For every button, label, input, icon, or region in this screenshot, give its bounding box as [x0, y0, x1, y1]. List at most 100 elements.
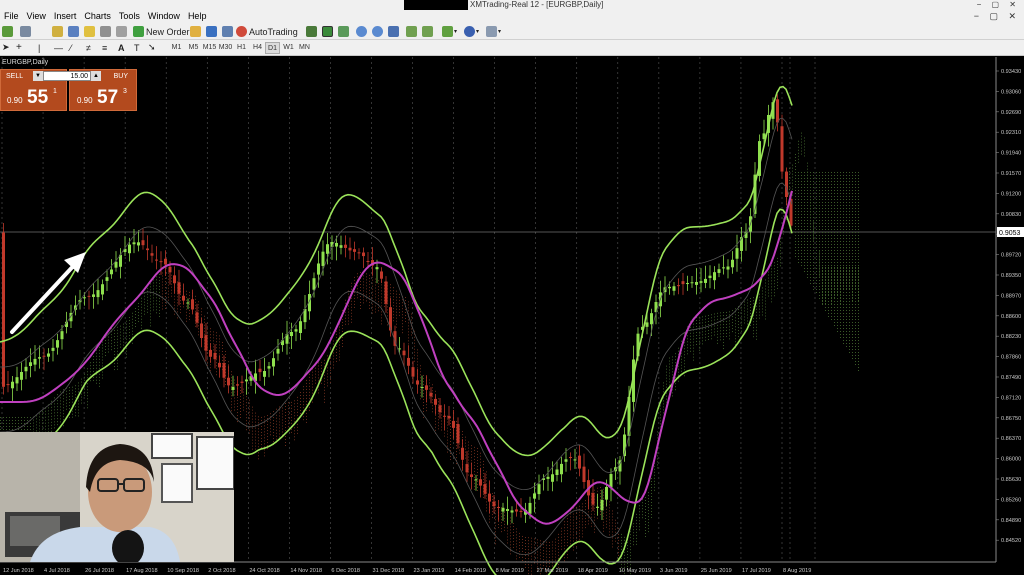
tf-m15[interactable]: M15 [202, 42, 217, 54]
indicators-icon [442, 26, 453, 37]
navigator-button[interactable] [84, 25, 95, 38]
menu-window[interactable]: Window [144, 10, 184, 23]
dropdown-icon: ▾ [498, 29, 502, 35]
dropdown-icon: ▾ [476, 29, 480, 35]
price-tick-label: 0.85630 [1001, 477, 1021, 483]
price-tick-label: 0.93060 [1001, 89, 1021, 95]
data-window-button[interactable] [68, 25, 79, 38]
signals-button[interactable] [206, 25, 217, 38]
auto-trading-button[interactable]: AutoTrading [236, 25, 298, 38]
label-icon: T [134, 42, 140, 53]
window-controls[interactable]: − ▢ ✕ [977, 0, 1020, 10]
new-chart-button[interactable] [2, 25, 13, 38]
trendline-tool[interactable]: ⁄ [70, 41, 72, 54]
arrow-tool[interactable]: ➘ [148, 41, 156, 54]
vertical-line-tool[interactable]: | [38, 41, 40, 54]
periods-button[interactable]: ▾ [464, 25, 479, 38]
date-tick-label: 25 Jun 2019 [701, 568, 732, 574]
templates-icon [486, 26, 497, 37]
templates-button[interactable]: ▾ [486, 25, 501, 38]
auto-trading-label: AutoTrading [249, 26, 298, 37]
tf-w1[interactable]: W1 [281, 42, 296, 54]
cursor-tool[interactable]: ➤ [2, 41, 10, 54]
tf-m5[interactable]: M5 [186, 42, 201, 54]
profiles-button[interactable] [20, 25, 31, 38]
terminal-button[interactable] [100, 25, 111, 38]
market-button[interactable] [222, 25, 233, 38]
line-chart-icon [338, 26, 349, 37]
menu-insert[interactable]: Insert [50, 10, 81, 23]
bar-chart-icon [306, 26, 317, 37]
crosshair-tool[interactable]: + [16, 41, 22, 54]
crosshair-icon: + [16, 42, 22, 53]
tf-mn[interactable]: MN [297, 42, 312, 54]
vertical-line-icon: | [38, 42, 41, 53]
date-tick-label: 3 Jun 2019 [660, 568, 688, 574]
price-tick-label: 0.87860 [1001, 355, 1021, 361]
date-tick-label: 6 Dec 2018 [331, 568, 360, 574]
tf-h4[interactable]: H4 [250, 42, 265, 54]
date-tick-label: 4 Jul 2018 [44, 568, 70, 574]
tile-windows-icon [388, 26, 399, 37]
market-watch-button[interactable] [52, 25, 63, 38]
menu-help[interactable]: Help [184, 10, 211, 23]
profiles-icon [20, 26, 31, 37]
strategy-tester-button[interactable] [116, 25, 127, 38]
sell-price-big: 55 [27, 87, 49, 108]
channel-icon: ≠ [86, 42, 91, 53]
price-tick-label: 0.88230 [1001, 334, 1021, 340]
price-tick-label: 0.91570 [1001, 171, 1021, 177]
menu-charts[interactable]: Charts [80, 10, 115, 23]
fibonacci-tool[interactable]: ≡ [102, 41, 107, 54]
lot-decrease-button[interactable]: ▼ [33, 71, 43, 81]
channel-tool[interactable]: ≠ [86, 41, 91, 54]
tf-m30[interactable]: M30 [218, 42, 233, 54]
market-icon [222, 26, 233, 37]
data-window-icon [68, 26, 79, 37]
tf-h1[interactable]: H1 [234, 42, 249, 54]
new-order-icon [133, 26, 144, 37]
tf-m1[interactable]: M1 [169, 42, 184, 54]
date-tick-label: 12 Jun 2018 [3, 568, 34, 574]
menu-view[interactable]: View [23, 10, 50, 23]
metaeditor-button[interactable] [190, 25, 201, 38]
lot-size-input[interactable]: 15.00 [43, 71, 91, 81]
zoom-in-button[interactable] [356, 25, 367, 38]
metaeditor-icon [190, 26, 201, 37]
candlestick-button[interactable] [322, 25, 333, 38]
menu-tools[interactable]: Tools [115, 10, 144, 23]
fibonacci-icon: ≡ [102, 42, 108, 53]
buy-price-big: 57 [97, 87, 119, 108]
tf-d1[interactable]: D1 [265, 42, 280, 54]
chart-window-controls[interactable]: − ▢ ✕ [974, 10, 1020, 23]
price-tick-label: 0.86750 [1001, 416, 1021, 422]
chart-shift-button[interactable] [406, 25, 417, 38]
line-chart-button[interactable] [338, 25, 349, 38]
redacted-box [404, 0, 468, 10]
bar-chart-button[interactable] [306, 25, 317, 38]
price-tick-label: 0.88600 [1001, 314, 1021, 320]
price-tick-label: 0.91200 [1001, 191, 1021, 197]
date-tick-label: 18 Apr 2019 [578, 568, 608, 574]
window-title: XMTrading-Real 12 - [EURGBP,Daily] [470, 0, 604, 9]
indicators-button[interactable]: ▾ [442, 25, 457, 38]
label-tool[interactable]: T [134, 41, 140, 54]
zoom-out-button[interactable] [372, 25, 383, 38]
menu-file[interactable]: File [0, 10, 23, 23]
tile-windows-button[interactable] [388, 25, 399, 38]
standard-toolbar: New Order AutoTrading ▾ ▾ ▾ [0, 23, 1024, 40]
date-tick-label: 31 Dec 2018 [372, 568, 404, 574]
price-tick-label: 0.84890 [1001, 518, 1021, 524]
webcam-overlay [0, 432, 234, 562]
horizontal-line-tool[interactable]: — [54, 41, 63, 54]
auto-scroll-button[interactable] [422, 25, 433, 38]
new-order-button[interactable]: New Order [133, 25, 190, 38]
lot-increase-button[interactable]: ▲ [91, 71, 101, 81]
text-tool[interactable]: A [118, 41, 125, 54]
auto-trading-icon [236, 26, 247, 37]
date-tick-label: 8 Aug 2019 [783, 568, 811, 574]
horizontal-line-icon: — [54, 42, 63, 53]
price-tick-label: 0.89350 [1001, 273, 1021, 279]
text-icon: A [118, 42, 125, 53]
price-tick-label: 0.86370 [1001, 436, 1021, 442]
